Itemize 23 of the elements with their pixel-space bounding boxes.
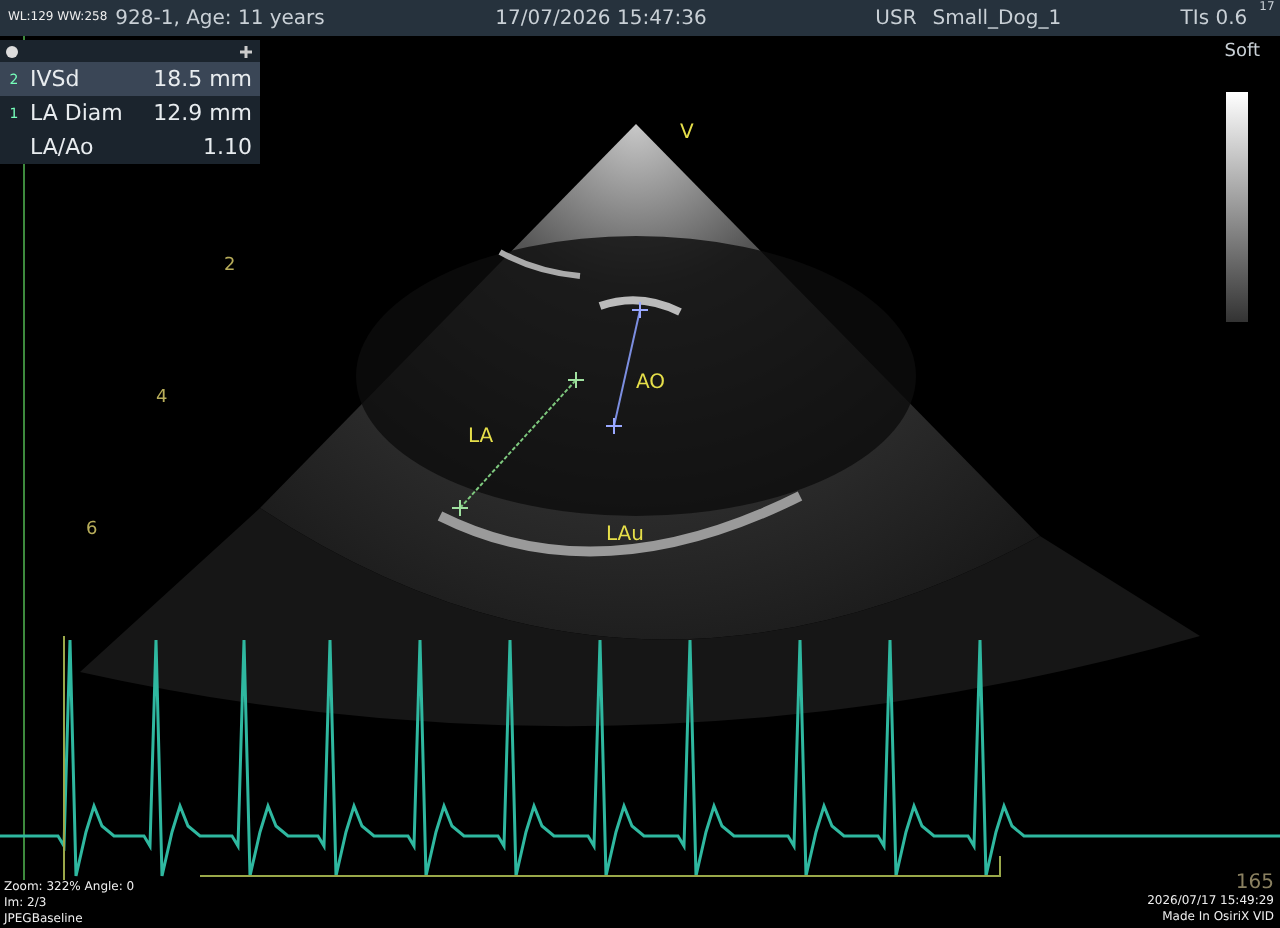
add-icon[interactable]: [240, 45, 252, 57]
thermal-index: TIs 0.6: [1180, 7, 1248, 29]
structure-label: LAu: [606, 524, 644, 546]
heart-rate: 165: [1235, 872, 1274, 894]
panel-toggle-icon[interactable]: [6, 45, 18, 57]
measurement-value: 12.9 mm: [153, 100, 252, 126]
measurement-name: IVSd: [28, 66, 82, 92]
measurement-name: LA Diam: [28, 100, 125, 126]
depth-mark: 6: [86, 520, 98, 540]
exam-datetime: 17/07/2026 15:47:36: [495, 7, 709, 29]
probe-marker: V: [680, 122, 694, 144]
map-label: Soft: [1224, 42, 1260, 62]
patient-info: 928-1, Age: 11 years: [115, 7, 327, 29]
structure-label: LA: [468, 426, 494, 448]
measurement-row[interactable]: LA/Ao 1.10: [0, 130, 260, 164]
measurement-name: LA/Ao: [28, 134, 96, 160]
user-label: USR: [875, 7, 917, 29]
measurement-value: 18.5 mm: [153, 66, 252, 92]
depth-mark: 2: [224, 256, 236, 276]
structure-label: AO: [636, 372, 666, 394]
preset-name: Small_Dog_1: [932, 7, 1064, 29]
depth-mark: 4: [156, 388, 168, 408]
measurement-value: 1.10: [203, 134, 252, 160]
